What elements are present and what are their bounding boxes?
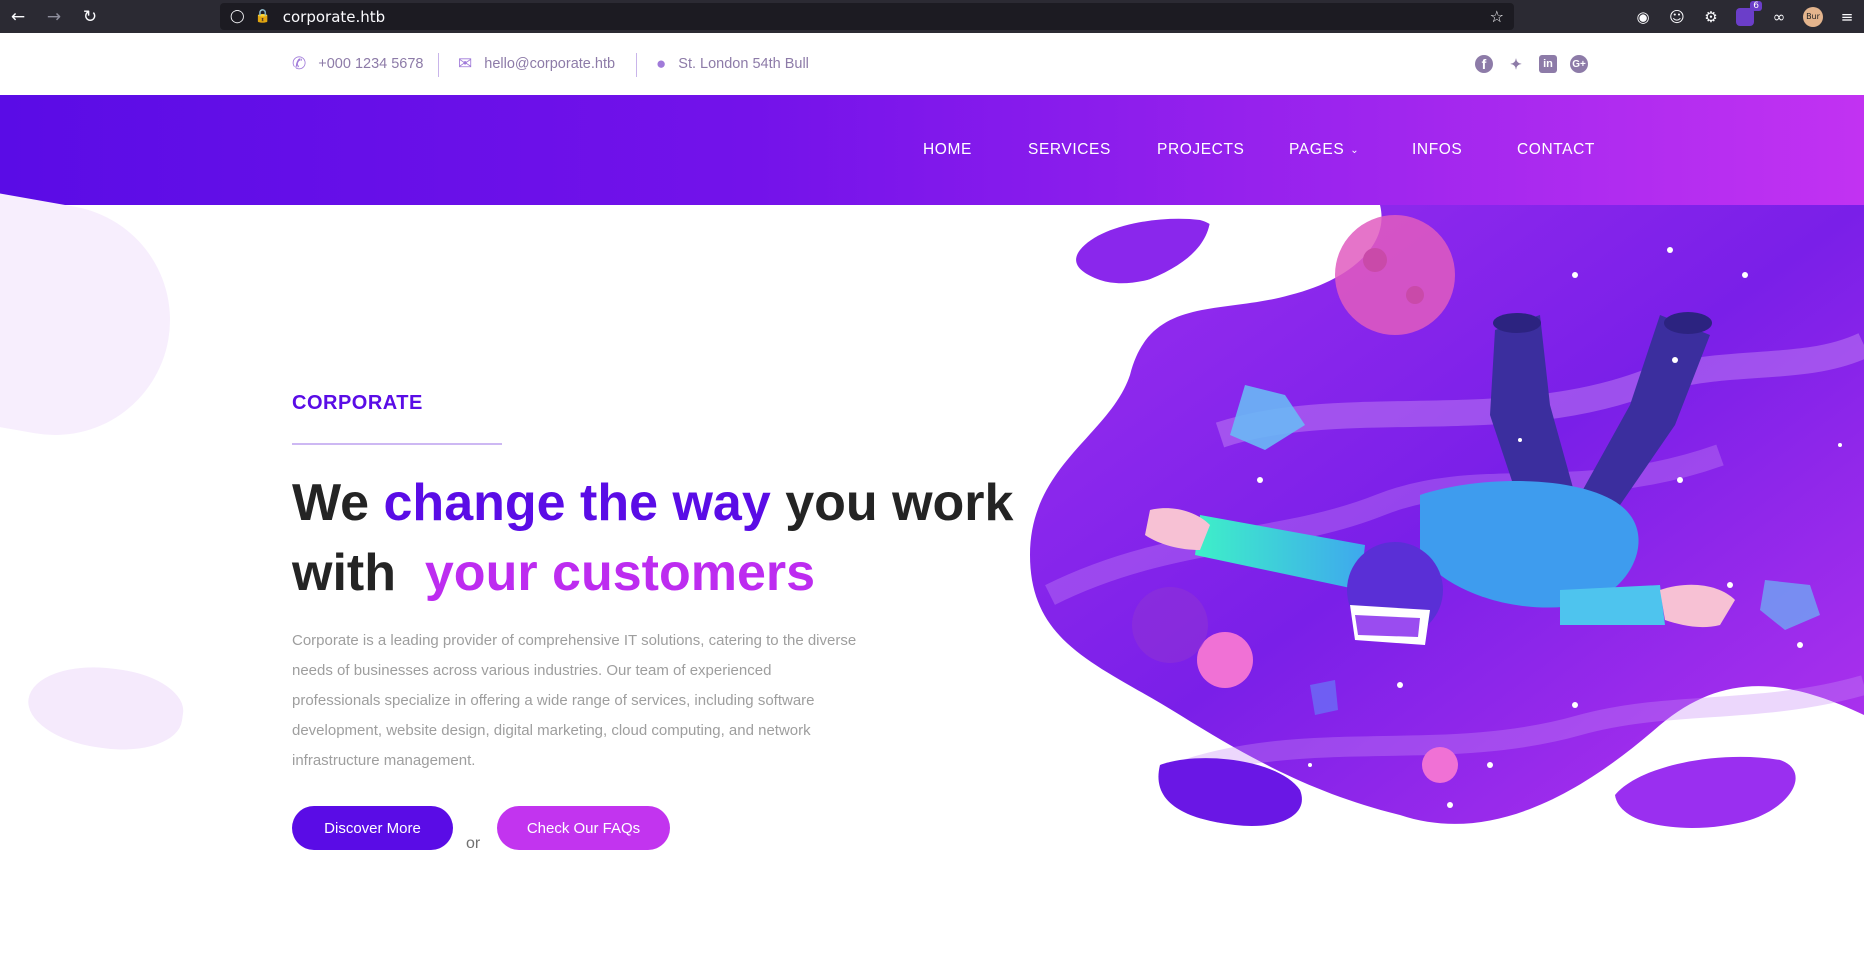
menu-icon[interactable]: ≡ bbox=[1830, 0, 1864, 33]
mail-icon: ✉ bbox=[458, 54, 473, 73]
chevron-down-icon: ⌄ bbox=[1350, 144, 1360, 156]
google-plus-icon[interactable]: G+ bbox=[1570, 55, 1588, 73]
nav-home[interactable]: HOME bbox=[923, 95, 972, 205]
nav-infos[interactable]: INFOS bbox=[1412, 95, 1462, 205]
extension-badge-icon[interactable]: 6 bbox=[1728, 0, 1762, 33]
hero-eyebrow: CORPORATE bbox=[292, 392, 423, 414]
forward-icon[interactable]: → bbox=[36, 0, 72, 33]
account-icon[interactable]: ☺ bbox=[1660, 0, 1694, 33]
divider bbox=[636, 53, 637, 77]
hero-title-highlight: change the way bbox=[383, 474, 771, 532]
location-pin-icon: ● bbox=[656, 54, 667, 73]
nav-projects[interactable]: PROJECTS bbox=[1157, 95, 1244, 205]
address-text: St. London 54th Bull bbox=[678, 56, 809, 72]
or-label: or bbox=[466, 835, 481, 852]
phone-icon: ✆ bbox=[292, 54, 307, 73]
facebook-icon[interactable]: f bbox=[1475, 55, 1493, 73]
lock-icon[interactable]: 🔒 bbox=[255, 9, 271, 24]
eyebrow-divider bbox=[292, 443, 502, 445]
hero-title: We change the way you work with your cus… bbox=[292, 468, 1052, 608]
extension-badge-count: 6 bbox=[1750, 0, 1762, 11]
divider bbox=[438, 53, 439, 77]
decorative-blob bbox=[23, 657, 188, 759]
phone-text[interactable]: +000 1234 5678 bbox=[318, 56, 423, 72]
nav-pages[interactable]: PAGES ⌄ bbox=[1289, 95, 1359, 205]
hero-illustration bbox=[1030, 205, 1864, 828]
main-header: HOME SERVICES PROJECTS PAGES ⌄ INFOS CON… bbox=[0, 95, 1864, 205]
pocket-icon[interactable]: ◉ bbox=[1626, 0, 1660, 33]
back-icon[interactable]: ← bbox=[0, 0, 36, 33]
reload-icon[interactable]: ↻ bbox=[72, 0, 108, 33]
discover-more-button[interactable]: Discover More bbox=[292, 806, 453, 850]
hero-description: Corporate is a leading provider of compr… bbox=[292, 632, 857, 769]
email-text[interactable]: hello@corporate.htb bbox=[484, 56, 615, 72]
email-info[interactable]: ✉ hello@corporate.htb bbox=[458, 33, 615, 95]
nav-pages-label: PAGES bbox=[1289, 141, 1345, 158]
url-text[interactable]: corporate.htb bbox=[283, 8, 385, 26]
user-avatar[interactable]: Bur bbox=[1796, 0, 1830, 33]
extensions-area: ◉ ☺ ⚙ 6 ∞ Bur ≡ bbox=[1626, 0, 1864, 33]
top-info-bar: ✆ +000 1234 5678 ✉ hello@corporate.htb ●… bbox=[0, 33, 1864, 95]
check-faqs-button[interactable]: Check Our FAQs bbox=[497, 806, 670, 850]
phone-info[interactable]: ✆ +000 1234 5678 bbox=[292, 33, 423, 95]
shield-icon[interactable]: ◯ bbox=[230, 9, 245, 24]
nav-contact[interactable]: CONTACT bbox=[1517, 95, 1595, 205]
linkedin-icon[interactable]: in bbox=[1539, 55, 1557, 73]
hero-title-accent: your customers bbox=[424, 544, 816, 602]
browser-toolbar: ← → ↻ ◯ 🔒 corporate.htb ☆ ◉ ☺ ⚙ 6 ∞ Bur … bbox=[0, 0, 1864, 33]
glasses-icon[interactable]: ∞ bbox=[1762, 0, 1796, 33]
decorative-blob bbox=[0, 186, 189, 454]
address-bar[interactable]: ◯ 🔒 corporate.htb ☆ bbox=[220, 3, 1514, 30]
extensions-icon[interactable]: ⚙ bbox=[1694, 0, 1728, 33]
nav-services[interactable]: SERVICES bbox=[1028, 95, 1111, 205]
bookmark-star-icon[interactable]: ☆ bbox=[1490, 7, 1504, 26]
hero-title-part1: We bbox=[292, 474, 370, 532]
address-info: ● St. London 54th Bull bbox=[656, 33, 809, 95]
twitter-icon[interactable]: ✦ bbox=[1507, 55, 1525, 73]
